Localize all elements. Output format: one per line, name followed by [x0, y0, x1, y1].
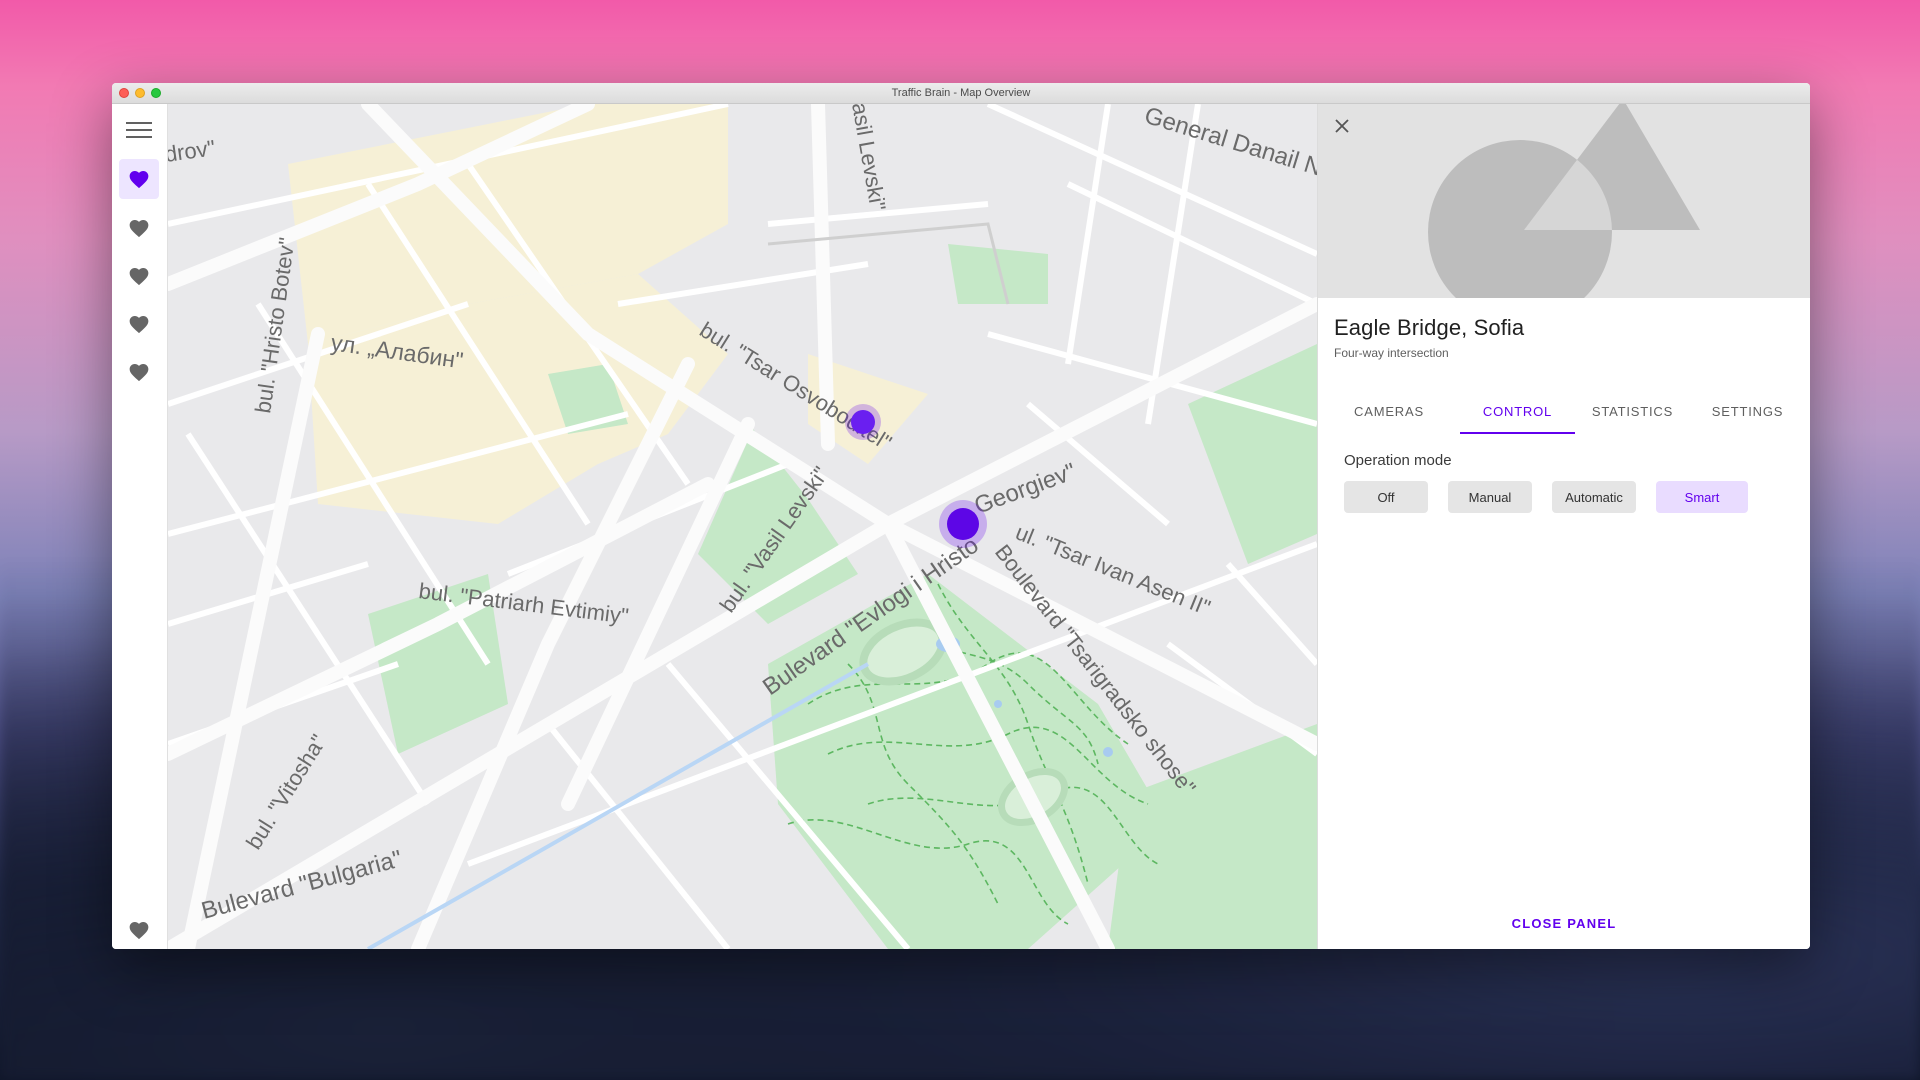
heart-icon [129, 171, 149, 189]
panel-tabs: CAMERAS CONTROL STATISTICS SETTINGS [1318, 388, 1810, 434]
window-title: Traffic Brain - Map Overview [891, 87, 1031, 99]
tab-statistics[interactable]: STATISTICS [1575, 388, 1690, 434]
intersection-marker-selected[interactable] [939, 500, 987, 548]
mode-off-button[interactable]: Off [1344, 481, 1428, 513]
rail-item-2[interactable] [119, 208, 159, 248]
close-icon [1335, 119, 1349, 133]
close-panel-x-button[interactable] [1330, 114, 1354, 138]
menu-icon [126, 122, 152, 138]
mode-manual-button[interactable]: Manual [1448, 481, 1532, 513]
place-subtitle: Four-way intersection [1334, 346, 1449, 360]
tab-cameras[interactable]: CAMERAS [1318, 388, 1460, 434]
place-title: Eagle Bridge, Sofia [1334, 315, 1525, 340]
detail-panel: Eagle Bridge, Sofia Four-way intersectio… [1317, 104, 1810, 949]
mode-automatic-button[interactable]: Automatic [1552, 481, 1636, 513]
menu-button[interactable] [119, 110, 159, 150]
tab-settings[interactable]: SETTINGS [1690, 388, 1805, 434]
image-placeholder [1318, 104, 1810, 298]
intersection-marker[interactable] [845, 404, 881, 440]
heart-icon [129, 922, 149, 940]
title-bar: Traffic Brain - Map Overview [112, 83, 1810, 104]
app-content: drov" General Danail N asil Levski" bul.… [112, 104, 1810, 949]
rail-item-3[interactable] [119, 256, 159, 296]
image-placeholder-icon [1428, 104, 1700, 298]
heart-icon [129, 364, 149, 382]
app-window: Traffic Brain - Map Overview drov" Gener… [112, 83, 1810, 949]
operation-mode-group: Off Manual Automatic Smart [1344, 481, 1748, 513]
rail-item-1[interactable] [119, 159, 159, 199]
tab-control[interactable]: CONTROL [1460, 388, 1575, 434]
map-canvas[interactable]: drov" General Danail N asil Levski" bul.… [168, 104, 1317, 949]
operation-mode-label: Operation mode [1344, 452, 1452, 469]
heart-icon [129, 220, 149, 238]
mode-smart-button[interactable]: Smart [1656, 481, 1748, 513]
rail-item-4[interactable] [119, 304, 159, 344]
map-view[interactable]: drov" General Danail N asil Levski" bul.… [168, 104, 1317, 949]
heart-icon [129, 268, 149, 286]
heart-icon [129, 316, 149, 334]
rail-item-5[interactable] [119, 352, 159, 392]
close-panel-button[interactable]: CLOSE PANEL [1318, 916, 1810, 931]
navigation-rail [112, 104, 168, 949]
rail-item-bottom[interactable] [119, 910, 159, 949]
